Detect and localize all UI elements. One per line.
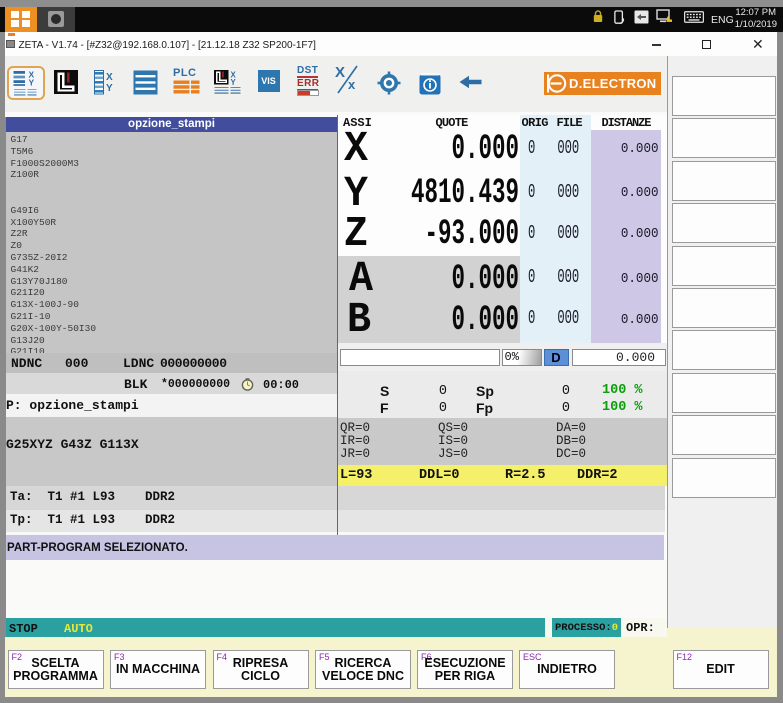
svg-text:Y: Y — [106, 83, 113, 94]
svg-text:Y: Y — [230, 78, 236, 87]
svg-text:X: X — [106, 72, 113, 83]
svg-text:Y: Y — [28, 77, 34, 87]
